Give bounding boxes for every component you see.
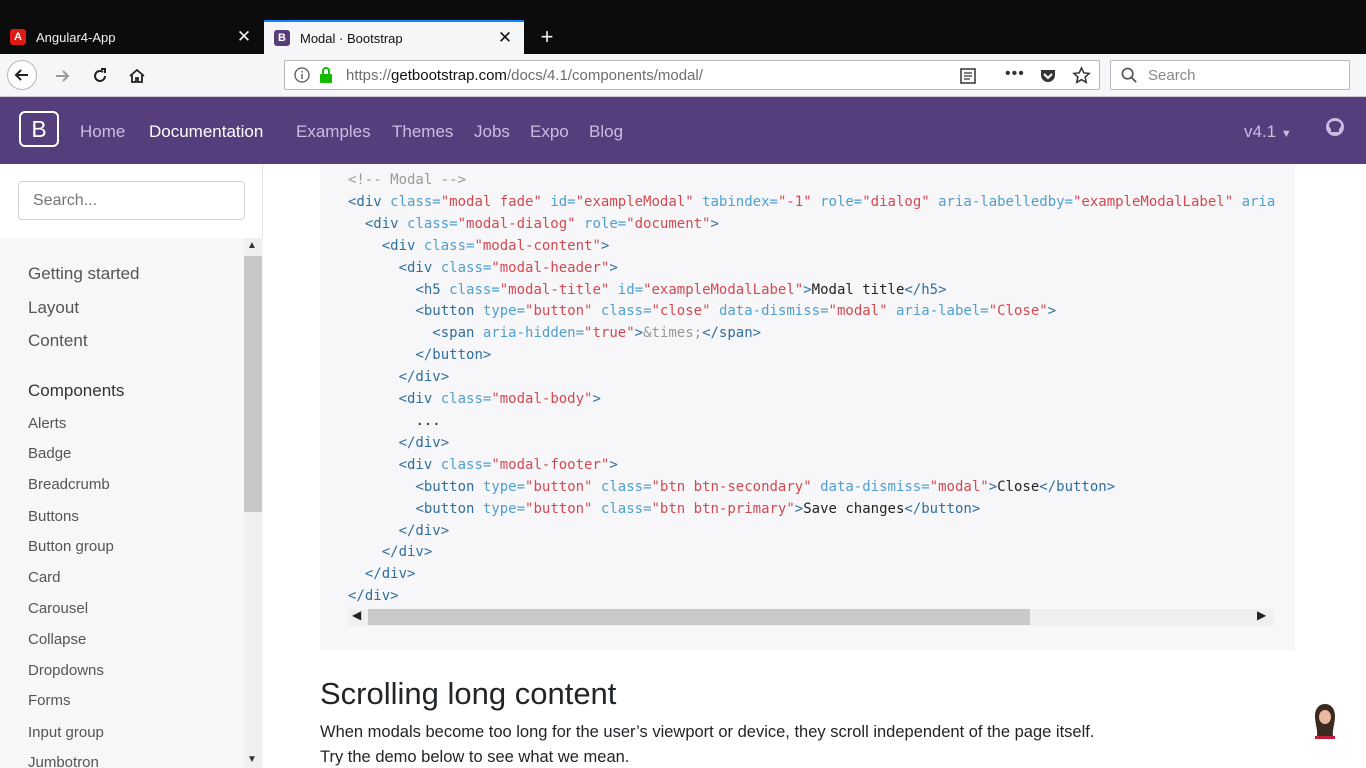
sidebar-item-card[interactable]: Card [28,569,61,586]
sidebar-item-content[interactable]: Content [28,331,88,351]
sidebar-item-dropdowns[interactable]: Dropdowns [28,662,104,679]
close-tab-icon[interactable]: ✕ [496,28,514,48]
code-listing[interactable]: <!-- Modal --> <div class="modal fade" i… [348,170,1276,610]
sidebar-item-button-group[interactable]: Button group [28,538,114,555]
sidebar-item-alerts[interactable]: Alerts [28,415,66,432]
scroll-right-arrow-icon[interactable]: ▶ [1257,608,1266,622]
close-tab-icon[interactable]: ✕ [235,27,253,47]
search-icon [1121,67,1137,83]
url-bar[interactable]: https://getbootstrap.com/docs/4.1/compon… [284,60,1100,90]
reader-view-icon[interactable] [959,67,977,85]
nav-examples[interactable]: Examples [296,122,371,142]
lock-icon [320,67,332,83]
site-header: B Home Documentation Examples Themes Job… [0,97,1366,164]
page-actions-icon[interactable]: ••• [1005,65,1025,83]
angular-icon: A [10,29,26,45]
sidebar-scrollbar-thumb[interactable] [244,256,262,512]
forward-button[interactable] [48,62,76,90]
tab-label: Modal · Bootstrap [300,30,403,46]
docs-search-input[interactable] [18,181,245,220]
search-placeholder: Search [1148,67,1196,84]
home-icon [129,68,145,83]
nav-themes[interactable]: Themes [392,122,453,142]
subscribe-watermark-icon [1315,704,1335,739]
github-icon[interactable] [1325,117,1345,137]
info-icon[interactable] [294,67,310,83]
sidebar-item-forms[interactable]: Forms [28,692,71,709]
home-button[interactable] [123,62,151,90]
sidebar-item-components[interactable]: Components [28,381,124,401]
nav-documentation[interactable]: Documentation [149,122,263,142]
section-description: When modals become too long for the user… [320,723,1095,766]
sidebar-item-layout[interactable]: Layout [28,298,79,318]
scroll-down-arrow-icon[interactable]: ▼ [247,754,257,765]
nav-expo[interactable]: Expo [530,122,569,142]
window-titlebar [0,0,1366,20]
scroll-left-arrow-icon[interactable]: ◀ [352,608,361,622]
sidebar-item-breadcrumb[interactable]: Breadcrumb [28,476,110,493]
sidebar-item-badge[interactable]: Badge [28,445,71,462]
tab-label: Angular4-App [36,29,116,45]
url-host: getbootstrap.com [391,67,507,84]
browser-search-field[interactable]: Search [1110,60,1350,90]
url-path: /docs/4.1/components/modal/ [506,67,703,84]
bookmark-star-icon[interactable] [1072,66,1091,85]
sidebar: Getting started Layout Content Component… [0,164,263,768]
pocket-icon[interactable] [1039,67,1057,85]
version-label: v4.1 [1244,122,1277,141]
back-button[interactable] [7,60,37,90]
code-scrollbar-thumb[interactable] [368,609,1030,625]
back-arrow-icon [14,69,28,81]
url-scheme: https:// [346,67,392,84]
sidebar-item-collapse[interactable]: Collapse [28,631,86,648]
sidebar-item-getting-started[interactable]: Getting started [28,264,140,284]
nav-jobs[interactable]: Jobs [474,122,510,142]
sidebar-item-jumbotron[interactable]: Jumbotron [28,754,99,768]
reload-icon [94,68,106,82]
bootstrap-icon: B [274,30,290,46]
tab-angular4-app[interactable]: A Angular4-App ✕ [0,20,263,54]
url-text[interactable]: https://getbootstrap.com/docs/4.1/compon… [346,67,703,84]
bootstrap-logo[interactable]: B [19,111,59,147]
reload-button[interactable] [86,62,114,90]
caret-down-icon: ▼ [1280,128,1292,140]
nav-home[interactable]: Home [80,122,125,142]
forward-arrow-icon [56,70,70,82]
sidebar-item-carousel[interactable]: Carousel [28,600,88,617]
browser-toolbar: https://getbootstrap.com/docs/4.1/compon… [0,54,1366,97]
sidebar-item-input-group[interactable]: Input group [28,724,104,741]
nav-blog[interactable]: Blog [589,122,623,142]
tab-strip: A Angular4-App ✕ B Modal · Bootstrap ✕ [0,20,1366,54]
version-dropdown[interactable]: v4.1 ▼ [1244,122,1292,142]
tab-modal-bootstrap[interactable]: B Modal · Bootstrap ✕ [264,20,524,54]
section-title: Scrolling long content [320,676,617,711]
sidebar-nav: Getting started Layout Content Component… [0,238,263,768]
scroll-up-arrow-icon[interactable]: ▲ [247,240,257,251]
new-tab-button[interactable]: + [532,20,562,54]
sidebar-item-buttons[interactable]: Buttons [28,508,79,525]
